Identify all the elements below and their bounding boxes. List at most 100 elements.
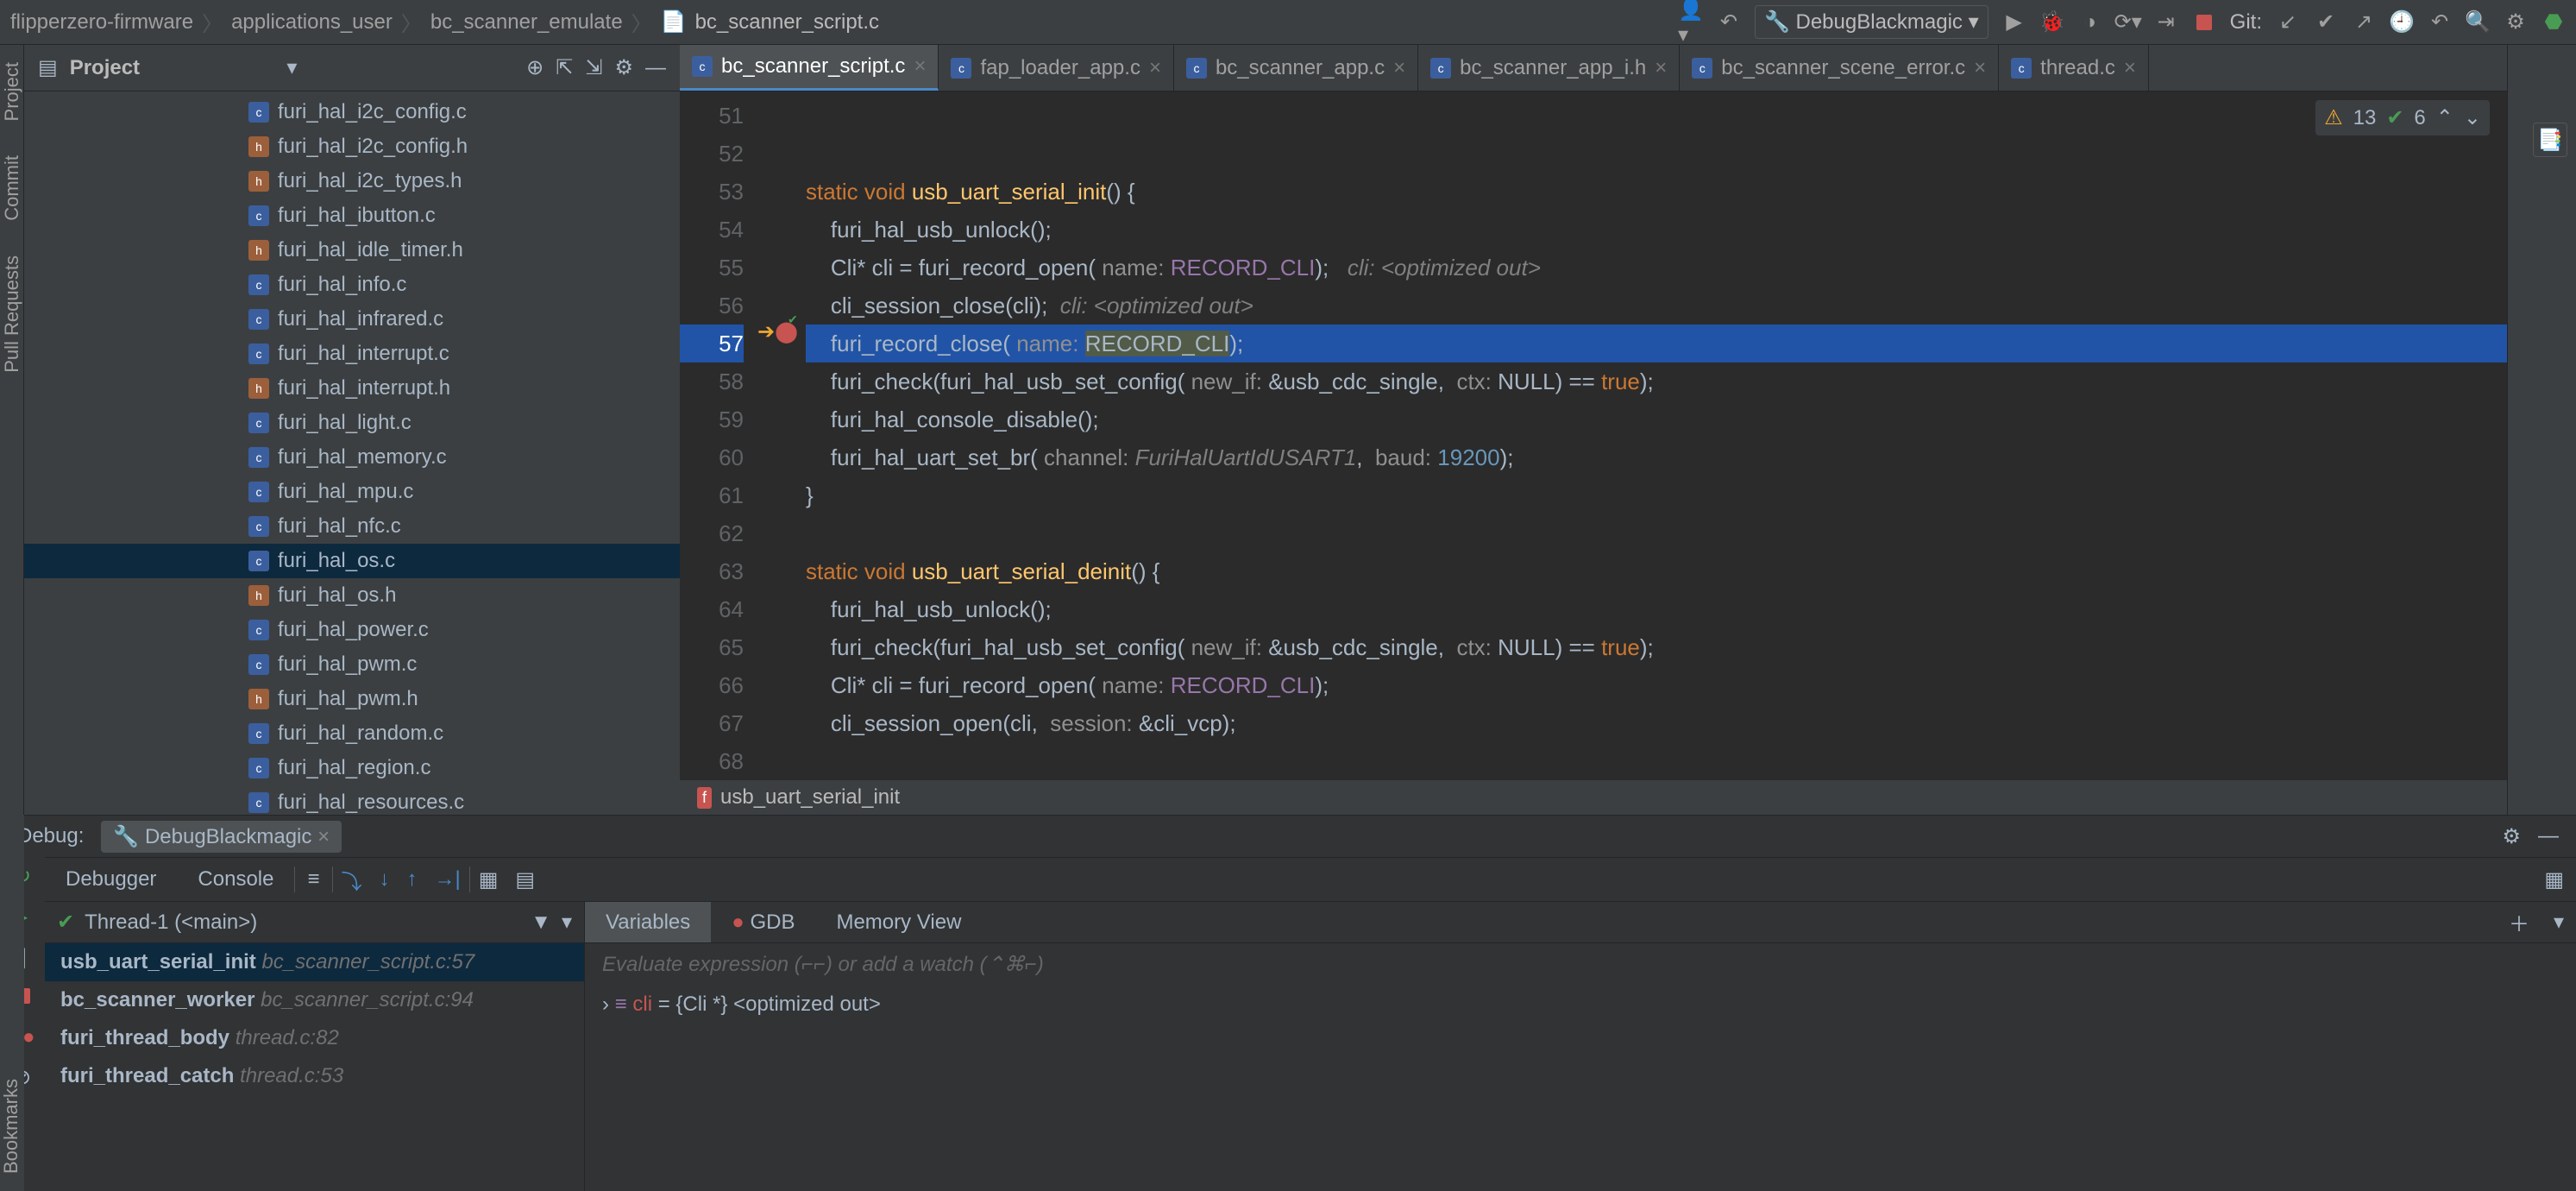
code-line[interactable]: static void usb_uart_serial_deinit() {	[806, 552, 2507, 590]
settings-icon[interactable]: ⚙	[2504, 10, 2528, 35]
editor-tab[interactable]: cbc_scanner_script.c×	[680, 45, 939, 91]
tree-item[interactable]: cfuri_hal_i2c_config.c	[24, 95, 680, 129]
current-function[interactable]: usb_uart_serial_init	[720, 785, 900, 810]
memory-tab[interactable]: Memory View	[815, 902, 982, 942]
code-line[interactable]	[806, 97, 2507, 135]
run-config-dropdown[interactable]: 🔧 DebugBlackmagic ▾	[1755, 5, 1989, 39]
tree-item[interactable]: cfuri_hal_interrupt.c	[24, 337, 680, 371]
coverage-icon[interactable]: ◑	[2078, 10, 2102, 35]
collapse-icon[interactable]: ⇲	[585, 55, 602, 80]
crumb-3[interactable]: bc_scanner_script.c	[695, 10, 879, 35]
tree-item[interactable]: hfuri_hal_i2c_types.h	[24, 164, 680, 198]
tree-item[interactable]: cfuri_hal_nfc.c	[24, 509, 680, 544]
git-push-icon[interactable]: ↗	[2352, 10, 2376, 35]
code-content[interactable]: static void usb_uart_serial_init() { fur…	[806, 91, 2507, 780]
history-icon[interactable]: 🕘	[2390, 10, 2414, 35]
down-icon[interactable]: ⌄	[2464, 105, 2481, 130]
close-icon[interactable]: ×	[2124, 56, 2136, 80]
gdb-tab[interactable]: ● GDB	[711, 902, 815, 942]
tree-item[interactable]: cfuri_hal_mpu.c	[24, 475, 680, 509]
tree-item[interactable]: cfuri_hal_ibutton.c	[24, 198, 680, 233]
console-tab[interactable]: Console	[177, 858, 294, 901]
profiler-icon[interactable]: ⬣	[2541, 10, 2566, 35]
step-into-icon[interactable]: ↓	[371, 867, 399, 892]
code-line[interactable]: cli_session_close(cli); cli: <optimized …	[806, 287, 2507, 325]
close-icon[interactable]: ×	[317, 825, 330, 848]
tree-item[interactable]: cfuri_hal_info.c	[24, 268, 680, 302]
code-line[interactable]: Cli* cli = furi_record_open( name: RECOR…	[806, 666, 2507, 704]
reload-icon[interactable]: 📑	[2533, 123, 2567, 157]
close-icon[interactable]: ×	[1393, 56, 1405, 80]
editor-tab[interactable]: cbc_scanner_scene_error.c×	[1680, 45, 1999, 91]
eval-input[interactable]: Evaluate expression (⌐⌐) or add a watch …	[585, 943, 2576, 986]
tree-item[interactable]: hfuri_hal_idle_timer.h	[24, 233, 680, 268]
tab-commit[interactable]: Commit	[1, 155, 23, 221]
add-watch-icon[interactable]: ＋	[2497, 907, 2541, 937]
close-icon[interactable]: ×	[1655, 56, 1667, 80]
tree-item[interactable]: hfuri_hal_os.h	[24, 578, 680, 613]
crumb-0[interactable]: flipperzero-firmware	[10, 10, 193, 35]
editor-tab[interactable]: cfap_loader_app.c×	[939, 45, 1174, 91]
back-icon[interactable]: ↶	[1717, 10, 1741, 35]
debug-config[interactable]: DebugBlackmagic	[145, 825, 311, 848]
step-out-icon[interactable]: ↑	[399, 867, 426, 892]
layout-settings-icon[interactable]: ▦	[2532, 867, 2576, 892]
project-title[interactable]: Project	[70, 56, 275, 80]
editor-tab[interactable]: cthread.c×	[1999, 45, 2149, 91]
frame-dropdown-icon[interactable]: ▾	[562, 910, 572, 935]
code-line[interactable]: furi_hal_usb_unlock();	[806, 211, 2507, 249]
layout-icon[interactable]: ▤	[506, 867, 543, 892]
run-to-icon[interactable]: →|	[426, 867, 469, 892]
breakpoint-gutter[interactable]: ➔⬤✔	[757, 91, 806, 780]
thread-name[interactable]: Thread-1 (<main>)	[85, 911, 520, 935]
tab-pull-requests[interactable]: Pull Requests	[1, 255, 23, 373]
tree-item[interactable]: cfuri_hal_os.c	[24, 544, 680, 578]
user-icon[interactable]: 👤▾	[1679, 10, 1703, 35]
code-line[interactable]: furi_hal_console_disable();	[806, 400, 2507, 438]
tree-item[interactable]: cfuri_hal_region.c	[24, 751, 680, 785]
code-line[interactable]: }	[806, 476, 2507, 514]
git-commit-icon[interactable]: ✔	[2314, 10, 2338, 35]
threads-icon[interactable]: ≡	[295, 867, 331, 892]
tree-item[interactable]: cfuri_hal_pwm.c	[24, 647, 680, 682]
revert-icon[interactable]: ↶	[2428, 10, 2452, 35]
tree-item[interactable]: hfuri_hal_i2c_config.h	[24, 129, 680, 164]
code-line[interactable]: cli_session_open(cli, session: &cli_vcp)…	[806, 704, 2507, 742]
code-line[interactable]: furi_check(furi_hal_usb_set_config( new_…	[806, 362, 2507, 400]
line-gutter[interactable]: 515253545556575859606162636465666768	[680, 91, 757, 780]
code-line[interactable]	[806, 135, 2507, 173]
code-line[interactable]	[806, 514, 2507, 552]
editor-tab[interactable]: cbc_scanner_app_i.h×	[1418, 45, 1680, 91]
profile-icon[interactable]: ⟳▾	[2116, 10, 2140, 35]
tree-item[interactable]: cfuri_hal_infrared.c	[24, 302, 680, 337]
stack-frame[interactable]: furi_thread_catch thread.c:53	[45, 1057, 584, 1095]
git-update-icon[interactable]: ↙	[2276, 10, 2300, 35]
close-icon[interactable]: ×	[1149, 56, 1161, 80]
code-line[interactable]: Cli* cli = furi_record_open( name: RECOR…	[806, 249, 2507, 287]
breadcrumb[interactable]: flipperzero-firmware〉 applications_user〉…	[10, 7, 1679, 37]
close-icon[interactable]: ×	[914, 54, 926, 79]
tree-item[interactable]: hfuri_hal_pwm.h	[24, 682, 680, 716]
tree-item[interactable]: cfuri_hal_light.c	[24, 406, 680, 440]
debug-icon[interactable]: 🐞	[2040, 10, 2064, 35]
file-tree[interactable]: cfuri_hal_i2c_config.chfuri_hal_i2c_conf…	[24, 91, 680, 815]
variable-row[interactable]: › ≡ cli = {Cli *} <optimized out>	[585, 986, 2576, 1024]
eval-icon[interactable]: ▦	[470, 867, 507, 892]
tree-item[interactable]: cfuri_hal_memory.c	[24, 440, 680, 475]
stack-frame[interactable]: furi_thread_body thread.c:82	[45, 1019, 584, 1057]
code-editor[interactable]: ⚠13 ✔6 ⌃ ⌄ 51525354555657585960616263646…	[680, 91, 2507, 780]
expand-icon[interactable]: ⇱	[556, 55, 573, 80]
stack-frame[interactable]: usb_uart_serial_init bc_scanner_script.c…	[45, 943, 584, 981]
up-icon[interactable]: ⌃	[2436, 105, 2453, 130]
code-line[interactable]: furi_hal_usb_unlock();	[806, 590, 2507, 628]
crumb-1[interactable]: applications_user	[231, 10, 393, 35]
tab-bookmarks[interactable]: Bookmarks	[0, 1079, 22, 1174]
crumb-2[interactable]: bc_scanner_emulate	[430, 10, 623, 35]
inspections-widget[interactable]: ⚠13 ✔6 ⌃ ⌄	[2315, 100, 2490, 135]
debug-gear-icon[interactable]: ⚙	[2502, 824, 2521, 849]
debugger-tab[interactable]: Debugger	[45, 858, 177, 901]
stack-frame[interactable]: bc_scanner_worker bc_scanner_script.c:94	[45, 981, 584, 1019]
code-line[interactable]: static void usb_uart_serial_init() {	[806, 173, 2507, 211]
code-line[interactable]	[806, 742, 2507, 780]
stop-icon[interactable]	[2196, 15, 2212, 30]
